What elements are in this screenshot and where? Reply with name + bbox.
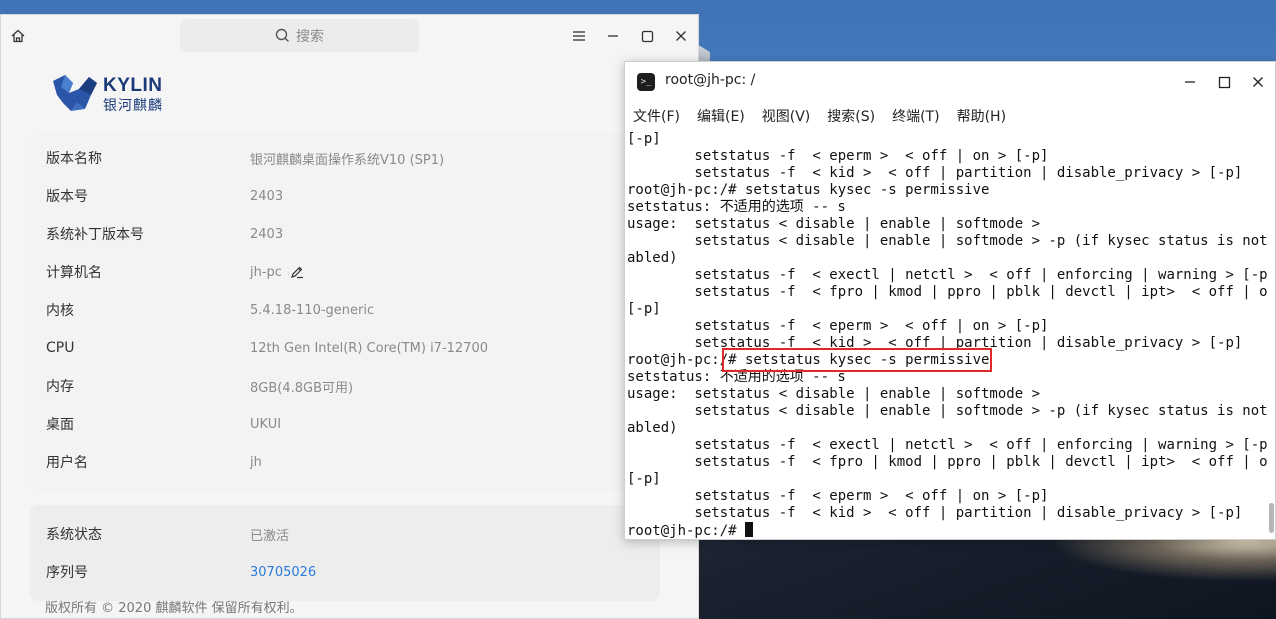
value-desktop: UKUI — [250, 416, 282, 432]
search-input[interactable]: 搜索 — [180, 19, 419, 52]
terminal-line: [-p] — [627, 301, 661, 317]
terminal-maximize-button[interactable] — [1214, 72, 1234, 92]
menu-edit[interactable]: 编辑(E) — [697, 106, 745, 126]
label-kernel: 内核 — [46, 303, 74, 319]
terminal-minimize-button[interactable] — [1180, 72, 1200, 92]
menu-help[interactable]: 帮助(H) — [957, 106, 1006, 126]
terminal-scroll-thumb[interactable] — [1269, 503, 1274, 533]
value-version-name: 银河麒麟桌面操作系统V10 (SP1) — [250, 152, 445, 168]
terminal-line: setstatus < disable | enable | softmode … — [627, 233, 1267, 249]
terminal-output[interactable]: [-p] setstatus -f < eperm > < off | on >… — [627, 131, 1267, 539]
terminal-line: setstatus -f < eperm > < off | on > [-p] — [627, 488, 1049, 504]
minimize-button[interactable] — [604, 27, 622, 45]
label-memory: 内存 — [46, 379, 74, 395]
menu-terminal[interactable]: 终端(T) — [892, 106, 939, 126]
value-memory: 8GB(4.8GB可用) — [250, 380, 354, 396]
terminal-title: root@jh-pc: / — [665, 72, 756, 88]
close-icon — [676, 31, 686, 41]
label-serial-number: 序列号 — [46, 565, 88, 581]
terminal-close-button[interactable] — [1248, 72, 1268, 92]
label-version-name: 版本名称 — [46, 151, 102, 167]
settings-window: 搜索 KYLIN 银河麒麟 版本名称 银河麒麟桌面操作系统V10 (SP1) 版… — [0, 14, 699, 619]
terminal-app-icon: >_ — [637, 73, 655, 91]
terminal-menubar: 文件(F) 编辑(E) 视图(V) 搜索(S) 终端(T) 帮助(H) — [625, 102, 1275, 130]
computer-name-text: jh-pc — [250, 264, 282, 280]
settings-titlebar: 搜索 — [1, 15, 698, 57]
label-computer-name: 计算机名 — [46, 265, 102, 281]
menu-file[interactable]: 文件(F) — [633, 106, 680, 126]
hamburger-icon — [573, 31, 585, 41]
terminal-line: setstatus -f < exectl | netctl > < off |… — [627, 267, 1267, 283]
terminal-line: setstatus -f < exectl | netctl > < off |… — [627, 437, 1267, 453]
logo-brand: KYLIN — [103, 75, 163, 96]
close-icon — [1253, 77, 1263, 87]
home-button[interactable] — [9, 27, 27, 45]
kylin-emblem-icon — [53, 75, 97, 111]
terminal-line: setstatus -f < eperm > < off | on > [-p] — [627, 148, 1049, 164]
system-info-card: 版本名称 银河麒麟桌面操作系统V10 (SP1) 版本号 2403 系统补丁版本… — [30, 133, 660, 491]
terminal-line: usage: setstatus < disable | enable | so… — [627, 216, 1041, 232]
terminal-line: setstatus < disable | enable | softmode … — [627, 403, 1267, 419]
label-system-status: 系统状态 — [46, 527, 102, 543]
activation-card: 系统状态 已激活 序列号 30705026 — [30, 505, 660, 601]
terminal-window: >_ root@jh-pc: / 文件(F) 编辑(E) 视图(V) 搜索(S)… — [624, 61, 1276, 540]
terminal-line: setstatus -f < fpro | kmod | ppro | pblk… — [627, 454, 1267, 470]
menu-search[interactable]: 搜索(S) — [827, 106, 875, 126]
terminal-line: setstatus: 不适用的选项 -- s — [627, 199, 846, 215]
label-username: 用户名 — [46, 455, 88, 471]
home-icon — [11, 29, 25, 43]
search-placeholder: 搜索 — [296, 28, 324, 45]
label-cpu: CPU — [46, 340, 75, 356]
terminal-line: root@jh-pc:/# setstatus kysec -s permiss… — [627, 182, 990, 198]
value-computer-name: jh-pc — [250, 262, 304, 282]
value-username: jh — [250, 454, 262, 470]
edit-icon — [291, 266, 303, 279]
maximize-button[interactable] — [638, 27, 656, 45]
label-version-number: 版本号 — [46, 189, 88, 205]
value-system-status: 已激活 — [250, 528, 290, 544]
terminal-line: setstatus -f < kid > < off | partition |… — [627, 505, 1243, 521]
value-version-number: 2403 — [250, 188, 284, 204]
minimize-icon — [608, 35, 618, 37]
highlight-annotation-box — [722, 348, 992, 372]
terminal-line: [-p] — [627, 471, 661, 487]
terminal-line: abled) — [627, 420, 678, 436]
terminal-prompt-line[interactable]: root@jh-pc:/# — [627, 522, 1267, 539]
close-button[interactable] — [672, 27, 690, 45]
maximize-icon — [641, 30, 653, 42]
terminal-prompt: root@jh-pc:/# — [627, 523, 746, 539]
maximize-icon — [1218, 76, 1230, 88]
edit-computer-name-button[interactable] — [290, 265, 304, 279]
terminal-titlebar[interactable]: >_ root@jh-pc: / — [625, 62, 1275, 102]
logo-subtitle: 银河麒麟 — [103, 98, 163, 114]
kylin-logo: KYLIN 银河麒麟 — [51, 73, 181, 114]
minimize-icon — [1185, 81, 1195, 83]
menu-button[interactable] — [570, 27, 588, 45]
serial-number-link[interactable]: 30705026 — [250, 562, 316, 582]
terminal-line: setstatus -f < eperm > < off | on > [-p] — [627, 318, 1049, 334]
terminal-scrollbar[interactable] — [1267, 131, 1275, 539]
terminal-line: setstatus -f < fpro | kmod | ppro | pblk… — [627, 284, 1267, 300]
label-patch-version: 系统补丁版本号 — [46, 227, 144, 243]
copyright-footer: 版权所有 © 2020 麒麟软件 保留所有权利。 — [45, 601, 303, 616]
value-patch-version: 2403 — [250, 226, 284, 242]
terminal-line: usage: setstatus < disable | enable | so… — [627, 386, 1041, 402]
menu-view[interactable]: 视图(V) — [762, 106, 811, 126]
terminal-line: setstatus -f < kid > < off | partition |… — [627, 165, 1243, 181]
text-cursor — [745, 522, 754, 537]
label-desktop: 桌面 — [46, 417, 74, 433]
terminal-line: abled) — [627, 250, 678, 266]
terminal-line: [-p] — [627, 131, 661, 147]
value-kernel: 5.4.18-110-generic — [250, 302, 375, 318]
value-cpu: 12th Gen Intel(R) Core(TM) i7-12700 — [250, 340, 488, 356]
search-icon — [275, 28, 289, 42]
